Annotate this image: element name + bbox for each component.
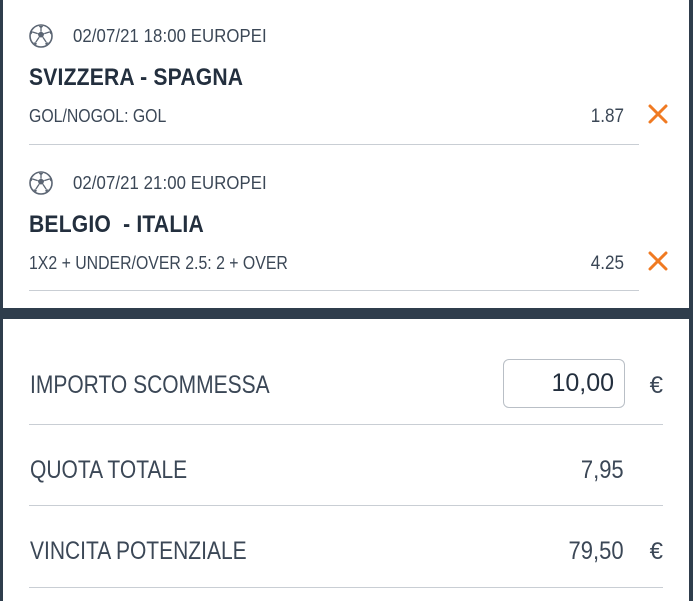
potential-win-currency: € [649,538,663,565]
bet-slip-selections: 02/07/21 18:00 EUROPEI SVIZZERA - SPAGNA… [3,0,689,308]
soccer-ball-icon [29,171,53,195]
bet-datetime: 02/07/21 21:00 EUROPEI [73,172,267,193]
bet-summary: IMPORTO SCOMMESSA € QUOTA TOTALE 7,95 VI… [3,319,689,601]
divider [29,144,639,145]
total-odds-value: 7,95 [581,456,624,484]
close-icon[interactable] [647,250,669,272]
stake-label: IMPORTO SCOMMESSA [30,371,270,399]
stake-currency: € [649,372,663,399]
potential-win-value: 79,50 [568,537,624,565]
total-odds-label: QUOTA TOTALE [30,456,188,484]
stake-input[interactable] [503,359,625,408]
bet-meta: 02/07/21 18:00 EUROPEI [29,24,281,48]
market-selection: 1X2 + UNDER/OVER 2.5: 2 + OVER [29,253,288,273]
divider [29,587,663,588]
potential-win-label: VINCITA POTENZIALE [30,537,247,565]
soccer-ball-icon [29,24,53,48]
bet-meta: 02/07/21 21:00 EUROPEI [29,171,281,195]
match-name: BELGIO - ITALIA [29,211,204,238]
close-icon[interactable] [647,103,669,125]
odd-value: 1.87 [590,106,624,127]
divider [29,290,639,291]
divider [29,424,663,425]
market-selection: GOL/NOGOL: GOL [29,106,167,126]
odd-value: 4.25 [590,253,624,274]
match-name: SVIZZERA - SPAGNA [29,64,244,91]
divider [29,505,663,506]
bet-datetime: 02/07/21 18:00 EUROPEI [73,25,267,46]
